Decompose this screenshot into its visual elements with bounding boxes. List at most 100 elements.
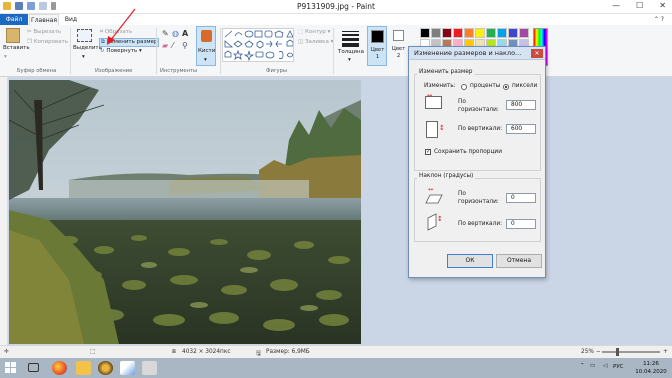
color-picker-icon[interactable]: ⁄ [172,41,173,50]
skew-vertical-input[interactable]: 0 [506,219,536,229]
vertical-input[interactable]: 600 [506,124,536,134]
resize-by-label: Изменить: [424,83,456,89]
pixels-radio[interactable] [503,84,509,90]
language-indicator[interactable]: РУС [613,364,624,370]
taskbar: ⌃ ▭ ◁ РУС 11:26 10.04.2020 [0,358,672,378]
divider [156,28,157,74]
zoom-in-button[interactable]: + [663,349,668,355]
size-label: Толщина [338,49,364,55]
color2-button[interactable]: Цвет 2 [389,26,409,66]
file-explorer-icon[interactable] [76,361,91,375]
file-size: Размер: 6,9МБ [266,349,310,355]
resize-section-label: Изменить размер [417,69,475,75]
outline-icon: ⬚ [298,29,304,35]
status-bar: ✛ ⬚ ⧈ 4032 × 3024пкс 🖫 Размер: 6,9МБ 25%… [0,345,672,358]
canvas-image[interactable] [9,80,361,344]
brushes-label: Кисти [198,48,216,54]
palette-swatch[interactable] [464,28,474,38]
paste-button[interactable]: Вставить [3,45,30,51]
skew-horizontal-label: По горизонтали: [458,191,499,205]
keep-ratio-checkbox[interactable]: ✓ [425,149,431,155]
ok-button[interactable]: ОК [447,254,493,268]
tab-file[interactable]: Файл [0,14,28,25]
percent-radio[interactable] [461,84,467,90]
pencil-icon[interactable]: ✎ [162,29,169,38]
task-view-icon[interactable] [28,363,39,372]
maximize-button[interactable]: ☐ [636,1,643,10]
palette-swatch[interactable] [508,28,518,38]
palette-swatch[interactable] [519,28,529,38]
rotate-label: Повернуть [106,48,138,54]
skew-horizontal-input[interactable]: 0 [506,193,536,203]
network-icon[interactable]: ▭ [590,363,595,369]
keep-ratio-label: Сохранить пропорции [434,149,502,155]
zoom-level: 25% [581,349,594,355]
shapes-gallery[interactable] [222,28,294,62]
divider [220,28,221,74]
paint-taskbar-icon[interactable] [120,361,135,375]
skew-section-label: Наклон (градусы) [417,173,476,179]
divider [70,28,71,74]
clock-time: 11:26 [643,361,659,367]
app-icon[interactable] [142,361,157,375]
start-icon[interactable] [4,361,19,375]
pixels-label: пиксели [512,83,538,89]
fill-label: Заливка [304,39,329,45]
outline-button[interactable]: ⬚ Контур ▾ [298,29,330,35]
scissors-icon: ✂ [27,29,32,35]
palette-swatch[interactable] [453,28,463,38]
eraser-icon[interactable]: ▰ [162,41,168,50]
image-group-label: Изображение [95,68,133,74]
collapse-ribbon-icon[interactable]: ⌃ ? [654,16,664,23]
minimize-button[interactable]: — [612,1,620,10]
copy-button[interactable]: ❐ Копировать [27,39,68,45]
palette-swatch[interactable] [486,28,496,38]
horizontal-label: По горизонтали: [458,99,499,113]
volume-icon[interactable]: ◁ [603,363,607,369]
cut-button[interactable]: ✂ Вырезать [27,29,61,35]
vertical-label: По вертикали: [458,126,503,132]
horizontal-input[interactable]: 800 [506,100,536,110]
divider [333,28,334,74]
zoom-slider[interactable] [602,348,660,356]
paste-icon[interactable] [6,28,20,43]
tab-home[interactable]: Главная [29,14,59,25]
dialog-close-button[interactable]: ✕ [531,49,543,58]
horizontal-resize-icon: ↔ [425,92,442,109]
palette-swatch[interactable] [431,28,441,38]
magnifier-icon[interactable]: ⚲ [182,41,188,50]
paste-dropdown-icon[interactable]: ▾ [4,54,7,60]
red-arrow-annotation [107,8,136,45]
palette-swatch[interactable] [497,28,507,38]
text-icon[interactable]: A [182,29,188,38]
cut-label: Вырезать [33,29,62,35]
zoom-slider-thumb[interactable] [616,348,619,356]
brushes-button[interactable]: Кисти ▾ [196,26,216,66]
firefox-icon[interactable] [52,361,67,375]
media-player-icon[interactable] [98,361,113,375]
palette-swatch[interactable] [442,28,452,38]
shapes-group-label: Фигуры [266,68,288,74]
zoom-out-button[interactable]: − [596,349,601,355]
rotate-button[interactable]: ↻ Повернуть ▾ [100,48,142,54]
fill-button[interactable]: ◫ Заливка ▾ [298,39,333,45]
fill-icon: ◫ [298,39,304,45]
tray-chevron-icon[interactable]: ⌃ [580,363,585,369]
select-icon[interactable] [77,29,92,42]
color2-label: Цвет 2 [391,46,406,59]
clock[interactable]: 11:26 10.04.2020 [631,360,671,376]
color1-button[interactable]: Цвет 1 [367,26,387,66]
image-dimensions-icon: ⧈ [172,349,176,355]
close-button[interactable]: ✕ [659,1,666,10]
tab-view[interactable]: Вид [60,14,82,25]
palette-swatch[interactable] [420,28,430,38]
vertical-skew-icon: ↕ [427,213,443,231]
select-button[interactable]: Выделить [73,45,102,51]
fill-bucket-icon[interactable]: ◍ [172,29,179,38]
size-button[interactable]: Толщина ▾ [337,27,364,65]
cancel-button[interactable]: Отмена [496,254,542,268]
select-dropdown-icon[interactable]: ▾ [82,54,85,60]
size-lines-icon [342,31,359,47]
copy-icon: ❐ [27,39,32,45]
palette-swatch[interactable] [475,28,485,38]
